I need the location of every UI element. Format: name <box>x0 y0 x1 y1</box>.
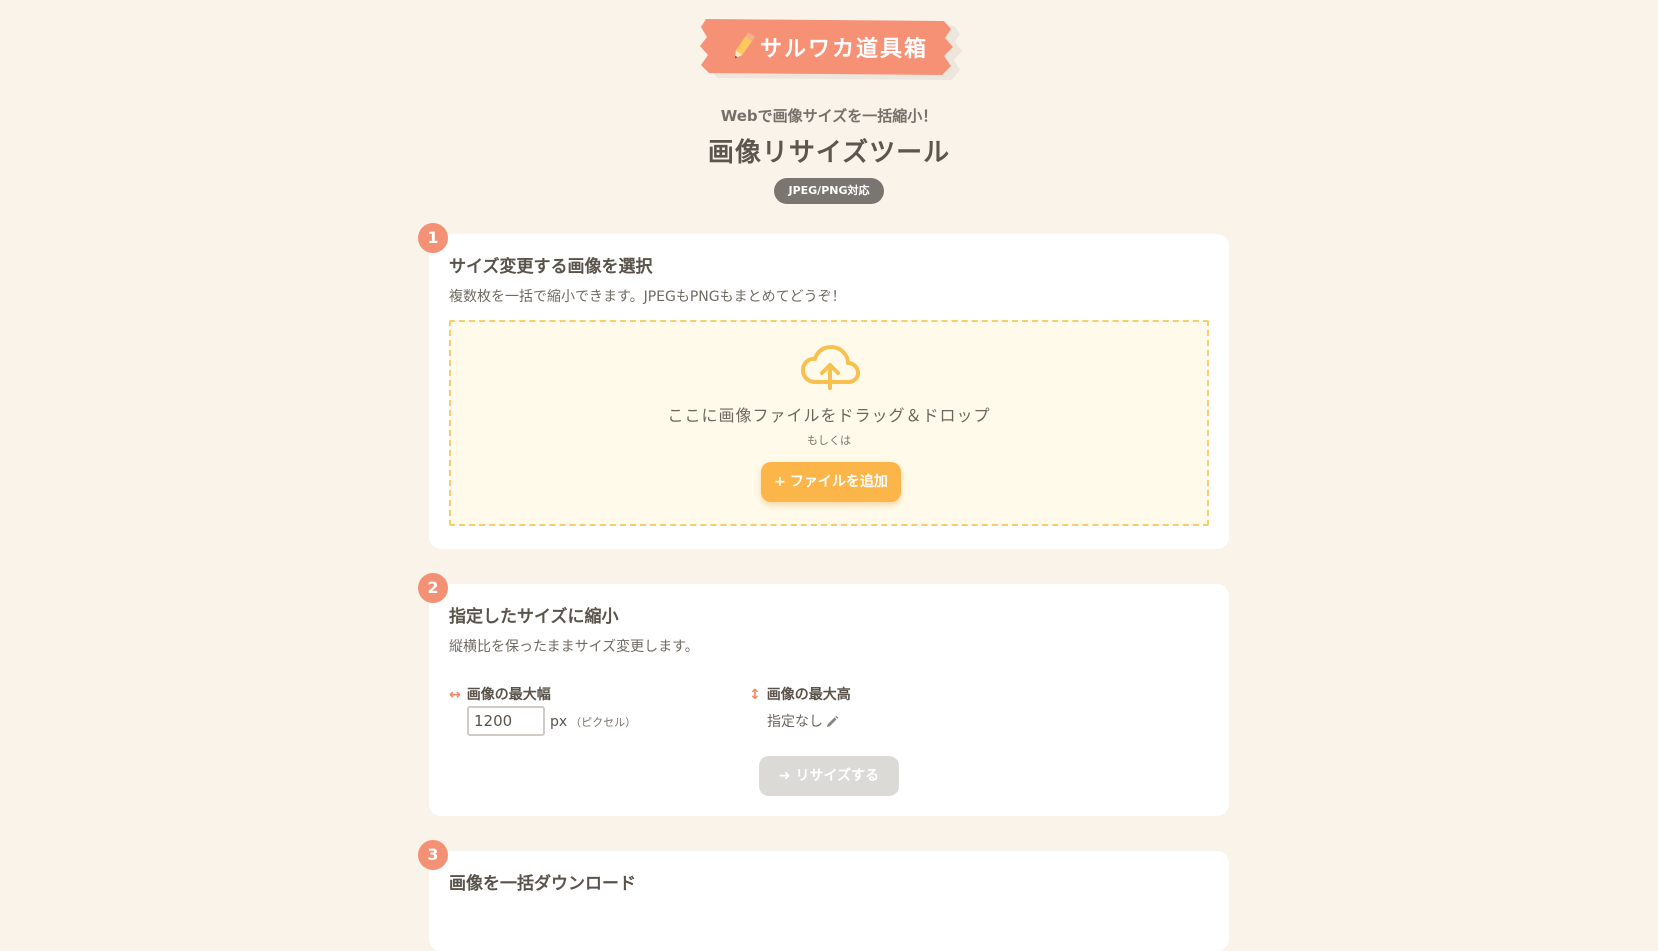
max-width-label-text: 画像の最大幅 <box>466 687 551 703</box>
dropzone-text: ここに画像ファイルをドラッグ＆ドロップ <box>667 406 991 425</box>
step-number: 1 <box>418 223 448 253</box>
width-unit: px （ピクセル） <box>550 714 636 730</box>
max-height-value[interactable]: 指定なし <box>767 711 839 731</box>
step-description: 縦横比を保ったままサイズ変更します。 <box>449 639 699 655</box>
step-number: 3 <box>418 840 448 870</box>
file-dropzone[interactable]: ここに画像ファイルをドラッグ＆ドロップ もしくは + ファイルを追加 <box>449 320 1209 526</box>
page-subtitle: Webで画像サイズを一括縮小！ <box>720 107 938 125</box>
edit-pencil-icon[interactable] <box>825 715 839 729</box>
step-title: 指定したサイズに縮小 <box>449 607 619 627</box>
resize-button[interactable]: ➜ リサイズする <box>759 756 899 796</box>
unit-note: （ピクセル） <box>570 716 637 729</box>
step-number: 2 <box>418 573 448 603</box>
page-title: 画像リサイズツール <box>707 138 951 168</box>
horizontal-arrow-icon: ↔ <box>449 687 461 703</box>
max-height-value-text: 指定なし <box>767 714 823 730</box>
step3-card: 3 画像を一括ダウンロード <box>418 840 1229 951</box>
max-height-label: ↕ 画像の最大高 <box>749 684 851 704</box>
max-width-input[interactable] <box>467 706 545 736</box>
add-file-label: ファイルを追加 <box>789 474 888 490</box>
site-logo[interactable]: サルワカ道具箱 <box>698 16 966 80</box>
pencil-icon <box>734 32 755 59</box>
max-width-label: ↔ 画像の最大幅 <box>449 684 551 704</box>
step1-card: 1 サイズ変更する画像を選択 複数枚を一括で縮小できます。JPEGもPNGもまと… <box>418 223 1229 549</box>
cloud-upload-icon <box>801 345 860 390</box>
format-badge: JPEG/PNG対応 <box>774 178 884 204</box>
vertical-arrow-icon: ↕ <box>749 687 761 703</box>
dropzone-or: もしくは <box>807 434 851 447</box>
step-description: 複数枚を一括で縮小できます。JPEGもPNGもまとめてどうぞ！ <box>449 289 846 305</box>
plus-icon: + <box>774 474 786 490</box>
step2-card: 2 指定したサイズに縮小 縦横比を保ったままサイズ変更します。 ↔ 画像の最大幅 … <box>418 573 1229 816</box>
step-title: サイズ変更する画像を選択 <box>449 257 653 277</box>
max-height-label-text: 画像の最大高 <box>766 687 851 703</box>
unit-px: px <box>550 714 568 730</box>
add-file-button[interactable]: + ファイルを追加 <box>761 462 901 502</box>
step-title: 画像を一括ダウンロード <box>449 874 636 894</box>
logo-text: サルワカ道具箱 <box>760 37 929 62</box>
